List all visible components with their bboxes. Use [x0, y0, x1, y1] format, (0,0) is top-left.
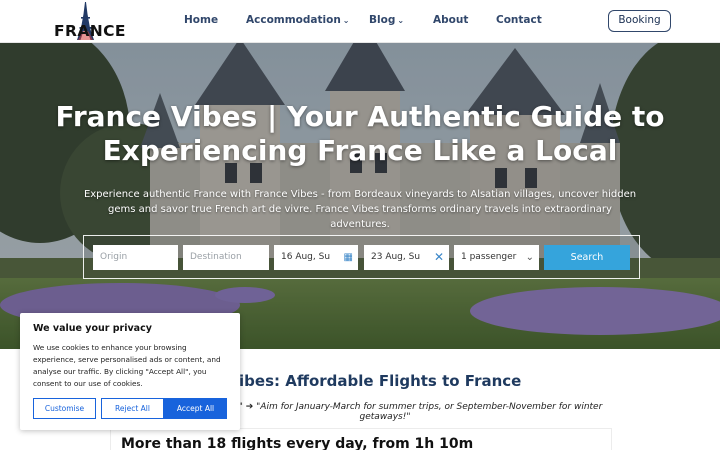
nav-blog[interactable]: Blog ⌄: [369, 14, 404, 26]
close-icon[interactable]: ✕: [434, 245, 444, 270]
calendar-icon[interactable]: ▦: [344, 245, 353, 270]
destination-input[interactable]: Destination: [183, 245, 269, 270]
origin-input[interactable]: Origin: [93, 245, 178, 270]
nav-accommodation[interactable]: Accommodation ⌄: [246, 14, 350, 26]
chevron-down-icon: ⌄: [342, 16, 350, 25]
flights-card-title: More than 18 flights every day, from 1h …: [121, 436, 474, 450]
passengers-select[interactable]: 1 passenger ⌄: [454, 245, 539, 270]
hero-subtitle: Experience authentic France with France …: [83, 189, 637, 230]
return-date-input[interactable]: 23 Aug, Su ✕: [364, 245, 449, 270]
customise-button[interactable]: Customise: [33, 398, 96, 419]
return-date-value: 23 Aug, Su: [371, 252, 421, 262]
nav-blog-label: Blog: [369, 14, 396, 26]
chevron-down-icon: ⌄: [525, 252, 534, 263]
reject-all-button[interactable]: Reject All: [101, 398, 164, 419]
flights-card: More than 18 flights every day, from 1h …: [110, 428, 612, 450]
depart-date-value: 16 Aug, Su: [281, 252, 331, 262]
hero-title: France Vibes | Your Authentic Guide to E…: [55, 100, 665, 167]
passengers-value: 1 passenger: [461, 252, 517, 262]
nav-about[interactable]: About: [433, 14, 468, 26]
booking-button[interactable]: Booking: [608, 10, 671, 32]
hero-section: France Vibes | Your Authentic Guide to E…: [0, 43, 720, 349]
accept-all-button[interactable]: Accept All: [164, 398, 227, 419]
site-header: FRANCE Home Accommodation ⌄ Blog ⌄ About C…: [0, 0, 720, 43]
cookie-consent-banner: We value your privacy We use cookies to …: [20, 313, 240, 430]
cookie-title: We value your privacy: [33, 323, 152, 334]
cookie-text: We use cookies to enhance your browsing …: [33, 343, 221, 388]
flight-search-form: Origin Destination 16 Aug, Su ▦ 23 Aug, …: [83, 235, 640, 279]
nav-accommodation-label: Accommodation: [246, 14, 341, 26]
chevron-down-icon: ⌄: [397, 16, 405, 25]
nav-contact[interactable]: Contact: [496, 14, 542, 26]
nav-home[interactable]: Home: [184, 14, 218, 26]
search-button[interactable]: Search: [544, 245, 630, 270]
depart-date-input[interactable]: 16 Aug, Su ▦: [274, 245, 358, 270]
